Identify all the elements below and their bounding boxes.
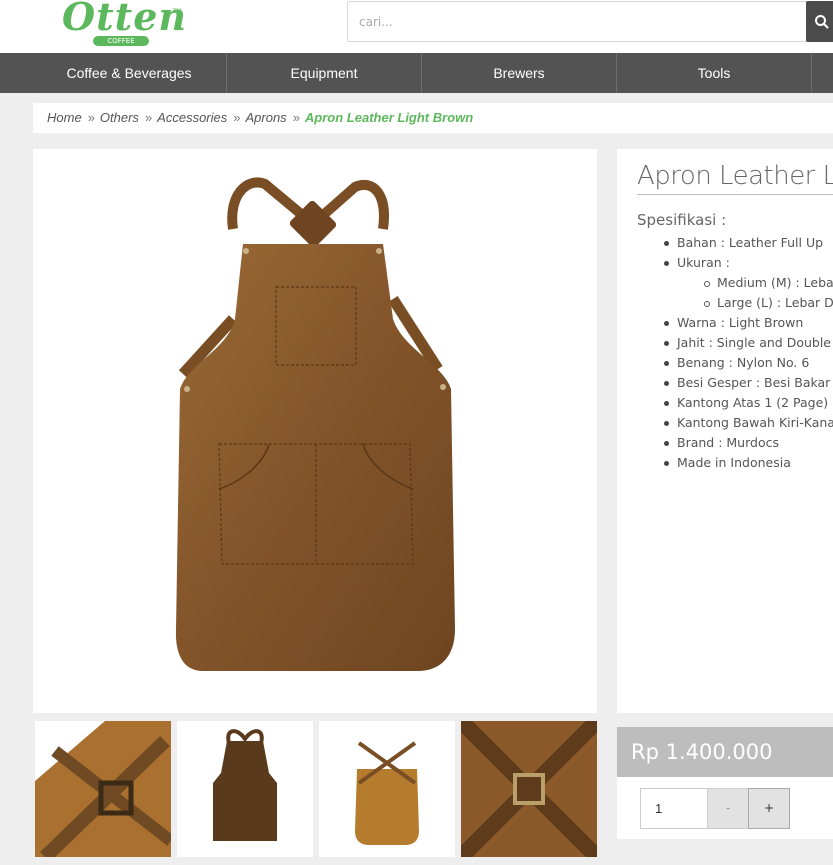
apron-image: [175, 177, 455, 671]
search-input[interactable]: [347, 1, 807, 42]
breadcrumb-others[interactable]: Others: [100, 110, 139, 125]
spec-item: Brand : Murdocs: [637, 433, 833, 453]
spec-item: Besi Gesper : Besi Bakar Ku: [637, 373, 833, 393]
product-info: Apron Leather Light Brown Spesifikasi : …: [617, 149, 833, 713]
thumbnail-image: [177, 721, 313, 857]
price-label: Rp 1.400.000: [617, 727, 833, 777]
spec-item: Warna : Light Brown: [637, 313, 833, 333]
spec-item: Made in Indonesia: [637, 453, 833, 473]
product-thumbnail-3[interactable]: [319, 721, 455, 857]
otten-coffee-logo[interactable]: Otten TM COFFEE: [58, 0, 186, 48]
logo-subtitle: COFFEE: [93, 36, 149, 46]
header: Otten TM COFFEE: [0, 0, 833, 53]
thumbnail-image: [319, 721, 455, 857]
nav-item-brewers[interactable]: Brewers: [422, 53, 617, 93]
breadcrumb-current: Apron Leather Light Brown: [304, 110, 474, 125]
thumbnail-image: [461, 721, 597, 857]
breadcrumb-aprons[interactable]: Aprons: [245, 110, 286, 125]
quantity-increase-button[interactable]: +: [748, 788, 790, 829]
nav-item-coffee-beverages[interactable]: Coffee & Beverages: [32, 53, 227, 93]
logo-trademark: TM: [173, 8, 182, 15]
purchase-box: Rp 1.400.000 - +: [617, 727, 833, 839]
spec-item: Kantong Bawah Kiri-Kanan: [637, 413, 833, 433]
breadcrumb-separator: »: [233, 110, 241, 125]
size-list: Medium (M) : Lebar Large (L) : Lebar Dad: [677, 273, 833, 313]
product-main-image[interactable]: [33, 149, 597, 713]
product-title: Apron Leather Light Brown: [637, 161, 833, 191]
product-thumbnail-1[interactable]: [35, 721, 171, 857]
spec-size-label: Ukuran :: [677, 255, 730, 270]
search-button[interactable]: [806, 1, 833, 42]
breadcrumb-separator: »: [292, 110, 300, 125]
thumbnail-image: [35, 721, 171, 857]
breadcrumb: Home » Others » Accessories » Aprons » Apron Lea…: [33, 103, 833, 133]
quantity-decrease-button[interactable]: -: [707, 788, 749, 829]
search-icon: [815, 15, 829, 29]
main-nav: Coffee & Beverages Equipment Brewers Too…: [0, 53, 833, 93]
breadcrumb-home[interactable]: Home: [47, 110, 82, 125]
nav-item-tools[interactable]: Tools: [617, 53, 812, 93]
logo-text: Otten: [62, 0, 188, 39]
spec-item: Jahit : Single and Double Se: [637, 333, 833, 353]
product-thumbnail-4[interactable]: [461, 721, 597, 857]
title-divider: [637, 194, 833, 195]
spec-list: Bahan : Leather Full Up Ukuran : Medium …: [637, 233, 833, 473]
spec-item: Bahan : Leather Full Up: [637, 233, 833, 253]
breadcrumb-accessories[interactable]: Accessories: [157, 110, 227, 125]
spec-item: Kantong Atas 1 (2 Page): [637, 393, 833, 413]
breadcrumb-separator: »: [87, 110, 95, 125]
breadcrumb-separator: »: [144, 110, 153, 125]
quantity-input[interactable]: [640, 788, 708, 829]
size-item-medium: Medium (M) : Lebar: [677, 273, 833, 293]
product-thumbnail-2[interactable]: [177, 721, 313, 857]
size-item-large: Large (L) : Lebar Dad: [677, 293, 833, 313]
spec-heading: Spesifikasi :: [637, 211, 727, 229]
spec-item-size: Ukuran : Medium (M) : Lebar Large (L) : …: [637, 253, 833, 313]
spec-item: Benang : Nylon No. 6: [637, 353, 833, 373]
nav-item-equipment[interactable]: Equipment: [227, 53, 422, 93]
